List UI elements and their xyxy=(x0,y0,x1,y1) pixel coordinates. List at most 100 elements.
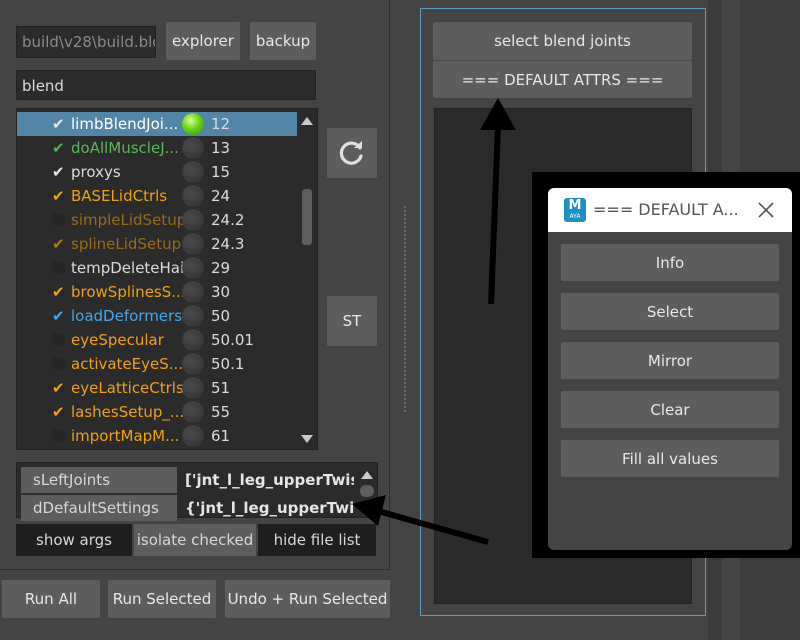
args-scroll-up-icon[interactable] xyxy=(361,471,373,479)
select-button[interactable]: Select xyxy=(561,293,779,330)
step-name: tempDeleteHair xyxy=(71,259,183,277)
arg-key[interactable]: sLeftJoints xyxy=(21,467,177,493)
step-row[interactable]: ✔ lashesSetup_... 55 xyxy=(17,400,297,424)
popup-title-bar[interactable]: M AYA === DEFAULT A... xyxy=(548,188,792,232)
step-checkbox[interactable] xyxy=(52,261,65,274)
step-name: importMapM... xyxy=(71,427,180,445)
status-idle-icon xyxy=(182,305,204,327)
step-row[interactable]: ✔ browSplinesS... 30 xyxy=(17,280,297,304)
step-row[interactable]: simpleLidSetup 24.2 xyxy=(17,208,297,232)
run-all-button[interactable]: Run All xyxy=(2,580,100,618)
info-button[interactable]: Info xyxy=(561,244,779,281)
step-number: 55 xyxy=(211,403,231,421)
scroll-up-arrow-icon[interactable] xyxy=(301,117,313,125)
backup-button[interactable]: backup xyxy=(250,22,316,60)
status-idle-icon xyxy=(182,353,204,375)
step-row[interactable]: ✔ splineLidSetup 24.3 xyxy=(17,232,297,256)
step-name: proxys xyxy=(71,163,121,181)
step-number: 29 xyxy=(211,259,231,277)
default-attrs-popup: M AYA === DEFAULT A... Info Select Mirro… xyxy=(548,188,792,550)
args-scrollbar[interactable] xyxy=(357,463,377,517)
refresh-icon xyxy=(339,141,363,165)
status-green-icon xyxy=(182,113,204,135)
step-number: 24.3 xyxy=(211,235,245,253)
step-name: activateEyeS... xyxy=(71,355,183,373)
step-checkbox[interactable]: ✔ xyxy=(52,376,66,400)
args-scroll-thumb[interactable] xyxy=(360,485,374,497)
list-scrollbar[interactable] xyxy=(297,109,317,449)
arg-value[interactable]: ['jnt_l_leg_upperTwis... xyxy=(179,467,354,493)
step-name: lashesSetup_... xyxy=(71,403,183,421)
status-idle-icon xyxy=(182,257,204,279)
show-args-toggle[interactable]: show args xyxy=(16,524,132,556)
step-row[interactable]: tempDeleteHair 29 xyxy=(17,256,297,280)
scroll-thumb[interactable] xyxy=(302,189,312,245)
step-name: BASELidCtrls xyxy=(71,187,168,205)
step-number: 50.01 xyxy=(211,331,254,349)
scroll-down-arrow-icon[interactable] xyxy=(301,435,313,443)
step-checkbox[interactable] xyxy=(52,357,65,370)
step-checkbox[interactable]: ✔ xyxy=(52,232,66,256)
splitter-handle[interactable] xyxy=(404,206,406,412)
hide-file-list-toggle[interactable]: hide file list xyxy=(258,524,376,556)
step-row[interactable]: ✔ BASELidCtrls 24 xyxy=(17,184,297,208)
arg-value[interactable]: {'jnt_l_leg_upperTwis... xyxy=(179,495,354,521)
clear-button[interactable]: Clear xyxy=(561,391,779,428)
step-checkbox[interactable]: ✔ xyxy=(52,280,66,304)
status-idle-icon xyxy=(182,161,204,183)
maya-app-icon: M AYA xyxy=(564,198,586,222)
build-path-field[interactable]: build\v28\build.bld xyxy=(16,26,156,58)
step-checkbox[interactable] xyxy=(52,429,65,442)
step-checkbox[interactable] xyxy=(52,213,65,226)
step-checkbox[interactable]: ✔ xyxy=(52,304,66,328)
step-checkbox[interactable]: ✔ xyxy=(52,184,66,208)
step-number: 15 xyxy=(211,163,231,181)
step-number: 24 xyxy=(211,187,231,205)
step-number: 24.2 xyxy=(211,211,245,229)
step-name: doAllMuscleJ... xyxy=(71,139,179,157)
status-idle-icon xyxy=(182,377,204,399)
step-row[interactable]: ✔ eyeLatticeCtrls 51 xyxy=(17,376,297,400)
step-name: simpleLidSetup xyxy=(71,211,183,229)
step-number: 51 xyxy=(211,379,231,397)
step-number: 50.1 xyxy=(211,355,245,373)
st-button[interactable]: ST xyxy=(327,296,377,346)
step-checkbox[interactable] xyxy=(52,333,65,346)
default-attrs-button[interactable]: === DEFAULT ATTRS === xyxy=(433,60,692,98)
explorer-button[interactable]: explorer xyxy=(166,22,240,60)
step-number: 13 xyxy=(211,139,231,157)
search-input[interactable]: blend xyxy=(16,70,316,100)
status-idle-icon xyxy=(182,137,204,159)
step-row[interactable]: ✔ loadDeformers 50 xyxy=(17,304,297,328)
isolate-checked-toggle[interactable]: isolate checked xyxy=(134,524,256,556)
arg-key[interactable]: dDefaultSettings xyxy=(21,495,177,521)
refresh-button[interactable] xyxy=(327,128,377,178)
select-blend-joints-button[interactable]: select blend joints xyxy=(433,22,692,60)
status-idle-icon xyxy=(182,185,204,207)
step-checkbox[interactable]: ✔ xyxy=(52,160,66,184)
undo-run-selected-button[interactable]: Undo + Run Selected xyxy=(225,580,390,618)
step-row[interactable]: ✔ proxys 15 xyxy=(17,160,297,184)
mirror-button[interactable]: Mirror xyxy=(561,342,779,379)
step-list[interactable]: ✔ limbBlendJoi... 12 ✔ doAllMuscleJ... 13 ✔ pro… xyxy=(16,108,318,450)
args-table: sLeftJoints ['jnt_l_leg_upperTwis... dDe… xyxy=(16,462,378,521)
step-name: loadDeformers xyxy=(71,307,183,325)
step-name: eyeLatticeCtrls xyxy=(71,379,183,397)
status-idle-icon xyxy=(182,281,204,303)
step-checkbox[interactable]: ✔ xyxy=(52,136,66,160)
step-checkbox[interactable]: ✔ xyxy=(52,400,66,424)
status-idle-icon xyxy=(182,329,204,351)
close-icon[interactable] xyxy=(758,202,774,218)
run-selected-button[interactable]: Run Selected xyxy=(108,580,216,618)
step-name: browSplinesS... xyxy=(71,283,183,301)
step-row[interactable]: ✔ doAllMuscleJ... 13 xyxy=(17,136,297,160)
step-row[interactable]: ✔ limbBlendJoi... 12 xyxy=(17,112,297,136)
step-name: eyeSpecular xyxy=(71,331,164,349)
step-name: limbBlendJoi... xyxy=(71,115,179,133)
step-row[interactable]: eyeSpecular 50.01 xyxy=(17,328,297,352)
step-row[interactable]: activateEyeS... 50.1 xyxy=(17,352,297,376)
step-number: 30 xyxy=(211,283,231,301)
step-checkbox[interactable]: ✔ xyxy=(52,112,66,136)
fill-all-values-button[interactable]: Fill all values xyxy=(561,440,779,477)
step-row[interactable]: importMapM... 61 xyxy=(17,424,297,448)
